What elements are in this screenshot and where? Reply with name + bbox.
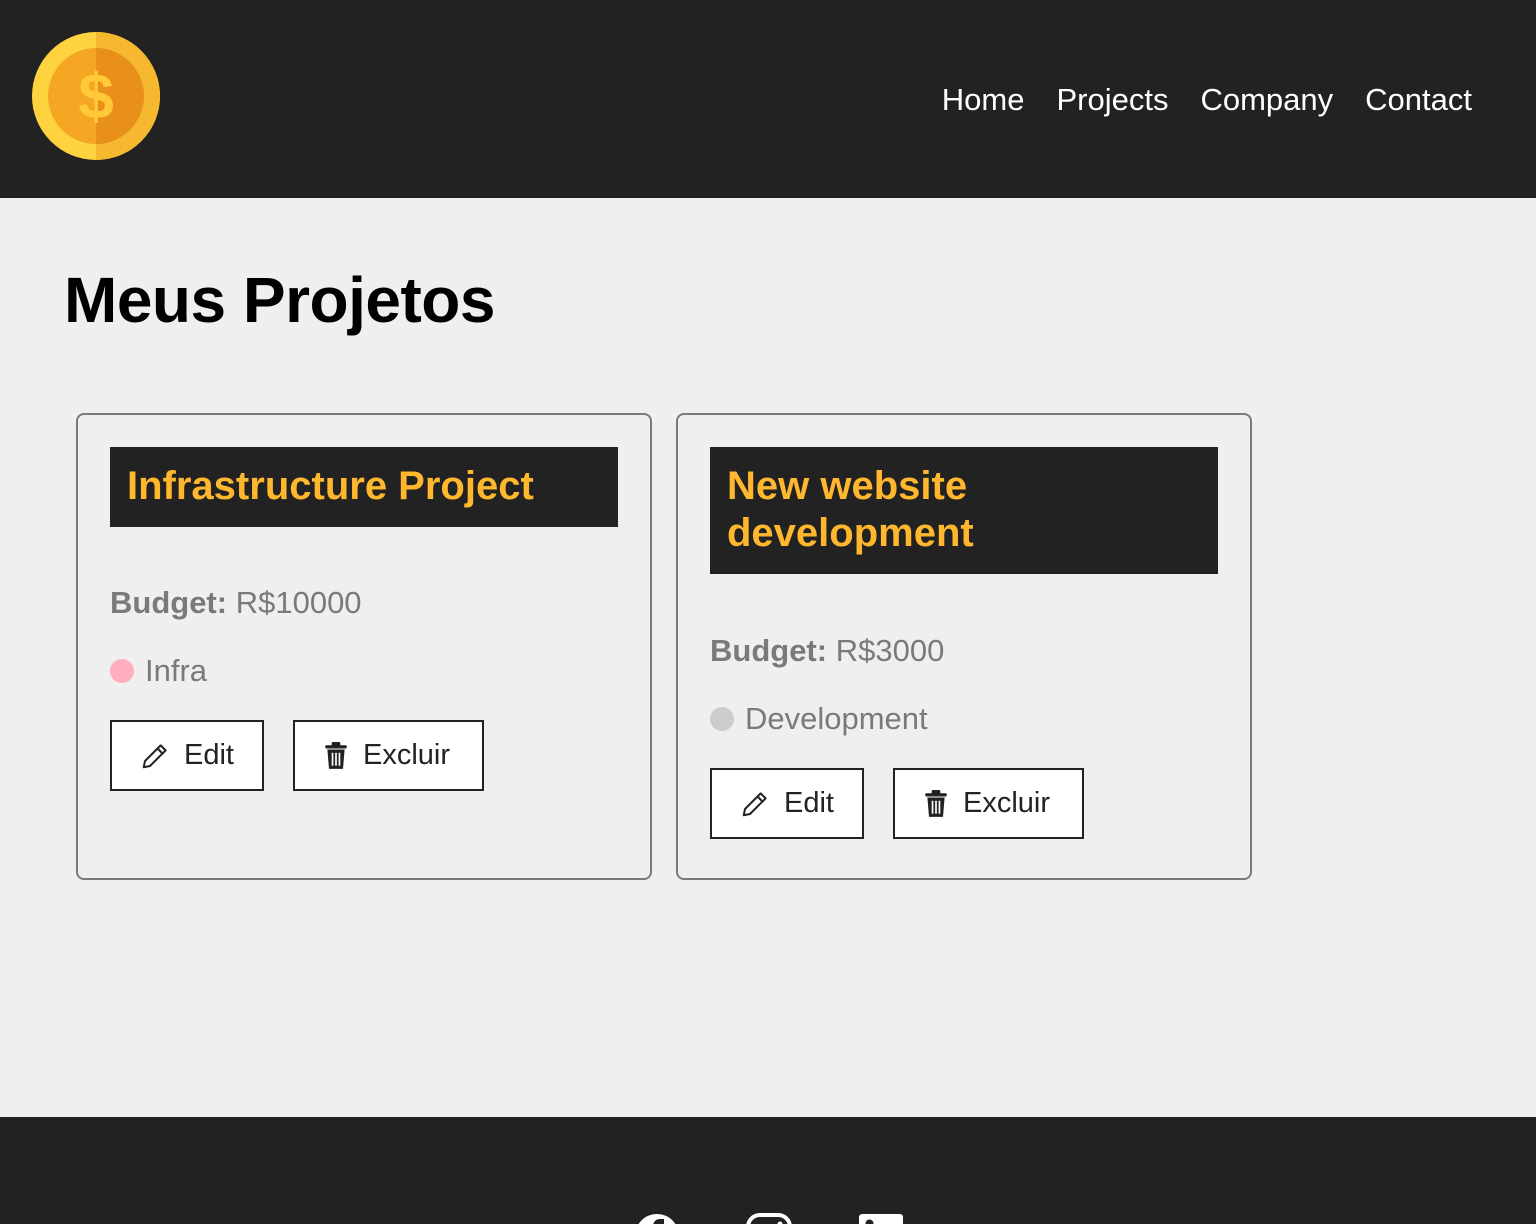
pencil-icon [142, 743, 167, 768]
trash-icon [325, 741, 347, 769]
coin-logo[interactable]: $ [32, 32, 160, 160]
nav-projects[interactable]: Projects [1056, 80, 1168, 120]
project-title: New website development [710, 447, 1218, 574]
delete-button[interactable]: Excluir [293, 720, 484, 791]
project-title: Infrastructure Project [110, 447, 618, 527]
facebook-icon[interactable] [634, 1213, 680, 1224]
category-dot [710, 707, 734, 731]
svg-text:$: $ [78, 60, 114, 132]
navbar: $ Home Projects Company Contact [0, 0, 1536, 198]
project-actions: Edit Excluir [110, 720, 618, 791]
edit-button[interactable]: Edit [110, 720, 264, 791]
delete-label: Excluir [363, 739, 451, 771]
delete-button[interactable]: Excluir [893, 768, 1084, 839]
page-title: Meus Projetos [64, 264, 495, 336]
instagram-icon[interactable] [746, 1213, 792, 1224]
project-actions: Edit Excluir [710, 768, 1218, 839]
nav-company[interactable]: Company [1200, 80, 1333, 120]
pencil-icon [742, 791, 767, 816]
project-card: Infrastructure Project Budget: R$10000 I… [76, 413, 652, 880]
project-card: New website development Budget: R$3000 D… [676, 413, 1252, 880]
edit-label: Edit [784, 787, 834, 819]
main-nav: Home Projects Company Contact [910, 80, 1472, 120]
budget-label: Budget: [110, 585, 228, 620]
delete-label: Excluir [963, 787, 1051, 819]
project-budget: Budget: R$3000 [710, 631, 1218, 671]
budget-label: Budget: [710, 633, 828, 668]
category-label: Development [745, 701, 928, 736]
project-category: Infra [110, 651, 618, 691]
category-label: Infra [145, 653, 208, 688]
edit-label: Edit [184, 739, 234, 771]
project-category: Development [710, 699, 1218, 739]
nav-home[interactable]: Home [942, 80, 1025, 120]
nav-contact[interactable]: Contact [1365, 80, 1472, 120]
category-dot [110, 659, 134, 683]
budget-value: R$3000 [835, 633, 945, 668]
linkedin-icon[interactable] [858, 1213, 904, 1224]
trash-icon [925, 789, 947, 817]
footer [0, 1117, 1536, 1224]
edit-button[interactable]: Edit [710, 768, 864, 839]
project-details: Budget: R$3000 Development Edit Excluir [710, 631, 1218, 839]
budget-value: R$10000 [235, 585, 362, 620]
project-details: Budget: R$10000 Infra Edit Excluir [110, 583, 618, 791]
project-budget: Budget: R$10000 [110, 583, 618, 623]
